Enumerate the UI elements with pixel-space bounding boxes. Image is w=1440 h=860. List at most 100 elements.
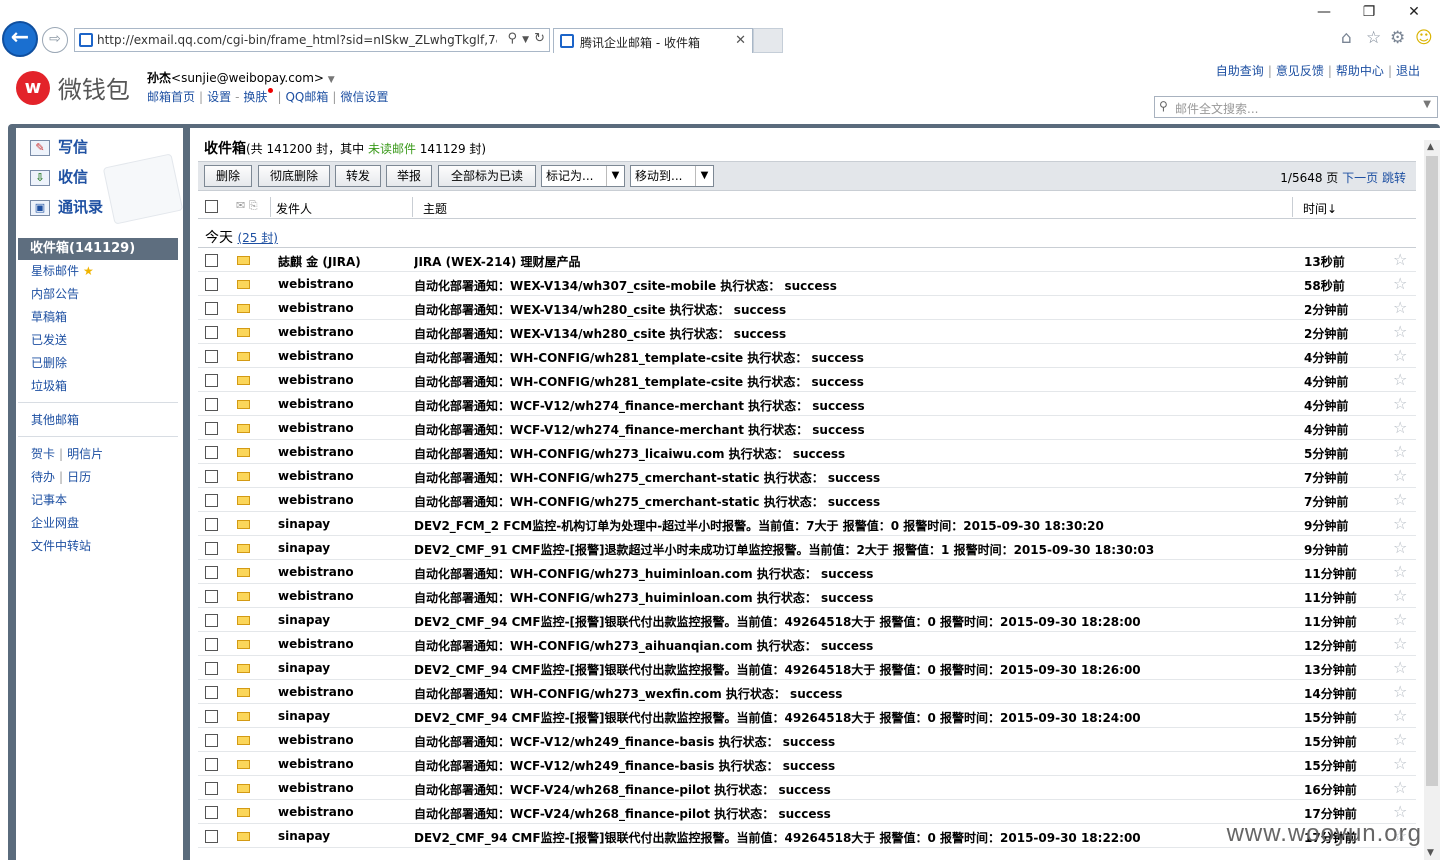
row-checkbox[interactable] [205,254,218,267]
link-wechat-settings[interactable]: 微信设置 [340,90,388,104]
star-icon[interactable]: ☆ [1393,466,1407,485]
mail-subject[interactable]: 自动化部署通知：WEX-V134/wh280_csite 执行状态： succe… [414,301,1294,318]
sidebar-item-inbox[interactable]: 收件箱(141129) [18,238,178,260]
row-checkbox[interactable] [205,398,218,411]
move-to-select[interactable]: 移动到... ▼ [630,165,714,187]
sidebar-item-disk[interactable]: 企业网盘 [18,512,178,535]
sidebar-item-sent[interactable]: 已发送 [18,329,178,352]
link-mail-home[interactable]: 邮箱首页 [147,90,195,104]
row-checkbox[interactable] [205,494,218,507]
mail-from[interactable]: webistrano [278,565,354,579]
mail-subject[interactable]: DEV2_CMF_91 CMF监控-[报警]退款超过半小时未成功订单监控报警。当… [414,541,1294,558]
star-icon[interactable]: ☆ [1393,634,1407,653]
link-help[interactable]: 帮助中心 [1336,64,1384,78]
sidebar-item-other-mailboxes[interactable]: 其他邮箱 [18,409,178,432]
mail-from[interactable]: webistrano [278,445,354,459]
star-icon[interactable]: ☆ [1393,418,1407,437]
mail-subject[interactable]: DEV2_CMF_94 CMF监控-[报警]银联代付出款监控报警。当前值：492… [414,709,1294,726]
mail-from[interactable]: webistrano [278,349,354,363]
mail-from[interactable]: 誌麒 金 (JIRA) [278,253,361,270]
mail-from[interactable]: sinapay [278,541,330,555]
chevron-down-icon[interactable]: ▼ [328,75,335,85]
star-icon[interactable]: ☆ [1393,298,1407,317]
mail-subject[interactable]: JIRA (WEX-214) 理财屋产品 [414,253,1294,270]
mail-subject[interactable]: DEV2_CMF_94 CMF监控-[报警]银联代付出款监控报警。当前值：492… [414,661,1294,678]
jump-link[interactable]: 跳转 [1382,171,1406,185]
star-icon[interactable]: ☆ [1393,802,1407,821]
mail-subject[interactable]: 自动化部署通知：WH-CONFIG/wh273_wexfin.com 执行状态：… [414,685,1294,702]
row-checkbox[interactable] [205,614,218,627]
mark-as-select[interactable]: 标记为... ▼ [541,165,625,187]
star-icon[interactable]: ☆ [1393,370,1407,389]
mail-subject[interactable]: 自动化部署通知：WH-CONFIG/wh281_template-csite 执… [414,349,1294,366]
row-checkbox[interactable] [205,278,218,291]
back-arrow-icon[interactable]: ← [2,21,38,57]
day-group-count[interactable]: (25 封) [237,231,277,245]
table-row[interactable]: webistrano 自动化部署通知：WH-CONFIG/wh275_cmerch… [198,488,1416,512]
address-bar[interactable]: http://exmail.qq.com/cgi-bin/frame_html?… [74,28,550,52]
star-icon[interactable]: ☆ [1393,706,1407,725]
forward-button[interactable]: 转发 [335,165,381,187]
link-calendar[interactable]: 日历 [67,470,91,484]
table-row[interactable]: webistrano 自动化部署通知：WCF-V12/wh249_finance-… [198,728,1416,752]
column-from[interactable]: 发件人 [276,200,312,217]
search-input[interactable]: ⚲ 邮件全文搜索... ▼ [1154,96,1438,118]
link-logout[interactable]: 退出 [1396,64,1420,78]
search-icon[interactable]: ⚲ [507,31,517,46]
link-self-service[interactable]: 自助查询 [1216,64,1264,78]
row-checkbox[interactable] [205,806,218,819]
mail-subject[interactable]: 自动化部署通知：WEX-V134/wh280_csite 执行状态： succe… [414,325,1294,342]
refresh-icon[interactable]: ↻ [534,31,545,46]
row-checkbox[interactable] [205,782,218,795]
mail-from[interactable]: webistrano [278,325,354,339]
row-checkbox[interactable] [205,590,218,603]
mail-from[interactable]: sinapay [278,613,330,627]
favorites-star-icon[interactable]: ☆ [1366,28,1381,48]
scrollbar[interactable]: ▲ ▼ [1424,140,1440,860]
table-row[interactable]: webistrano 自动化部署通知：WCF-V24/wh268_finance-… [198,776,1416,800]
sidebar-item-deleted[interactable]: 已删除 [18,352,178,375]
table-row[interactable]: sinapay DEV2_CMF_94 CMF监控-[报警]银联代付出款监控报警。… [198,608,1416,632]
table-row[interactable]: webistrano 自动化部署通知：WCF-V12/wh274_finance-… [198,416,1416,440]
row-checkbox[interactable] [205,518,218,531]
row-checkbox[interactable] [205,542,218,555]
mail-from[interactable]: webistrano [278,421,354,435]
mail-subject[interactable]: 自动化部署通知：WCF-V24/wh268_finance-pilot 执行状态… [414,781,1294,798]
mail-from[interactable]: webistrano [278,637,354,651]
scrollbar-thumb[interactable] [1426,156,1438,786]
next-page-link[interactable]: 下一页 [1342,171,1378,185]
mail-subject[interactable]: 自动化部署通知：WH-CONFIG/wh273_huiminloan.com 执… [414,565,1294,582]
table-row[interactable]: webistrano 自动化部署通知：WH-CONFIG/wh281_templa… [198,344,1416,368]
close-tab-icon[interactable]: ✕ [735,33,746,48]
sidebar-item-starred[interactable]: 星标邮件 ★ [18,260,178,283]
sidebar-item-notes[interactable]: 记事本 [18,489,178,512]
star-icon[interactable]: ☆ [1393,514,1407,533]
row-checkbox[interactable] [205,374,218,387]
star-icon[interactable]: ☆ [1393,562,1407,581]
forward-arrow-icon[interactable]: ⇨ [42,27,68,53]
restore-icon[interactable]: ❐ [1359,4,1379,20]
sidebar-item-spam[interactable]: 垃圾箱 [18,375,178,398]
table-row[interactable]: webistrano 自动化部署通知：WH-CONFIG/wh275_cmerch… [198,464,1416,488]
star-icon[interactable]: ☆ [1393,250,1407,269]
table-row[interactable]: sinapay DEV2_CMF_91 CMF监控-[报警]退款超过半小时未成功订… [198,536,1416,560]
mail-from[interactable]: webistrano [278,301,354,315]
link-feedback[interactable]: 意见反馈 [1276,64,1324,78]
close-window-icon[interactable]: ✕ [1404,4,1424,20]
table-row[interactable]: sinapay DEV2_CMF_94 CMF监控-[报警]银联代付出款监控报警。… [198,656,1416,680]
mail-subject[interactable]: 自动化部署通知：WH-CONFIG/wh273_huiminloan.com 执… [414,589,1294,606]
column-time[interactable]: 时间↓ [1303,200,1337,217]
mail-from[interactable]: webistrano [278,589,354,603]
mark-all-read-button[interactable]: 全部标为已读 [438,165,536,187]
star-icon[interactable]: ☆ [1393,682,1407,701]
url-text[interactable]: http://exmail.qq.com/cgi-bin/frame_html?… [97,33,497,47]
home-icon[interactable]: ⌂ [1341,28,1352,48]
table-row[interactable]: webistrano 自动化部署通知：WCF-V12/wh249_finance-… [198,752,1416,776]
mail-subject[interactable]: DEV2_FCM_2 FCM监控-机构订单为处理中-超过半小时报警。当前值：7大… [414,517,1294,534]
scroll-down-icon[interactable]: ▼ [1427,848,1434,858]
star-icon[interactable]: ☆ [1393,490,1407,509]
star-icon[interactable]: ☆ [1393,586,1407,605]
star-icon[interactable]: ☆ [1393,658,1407,677]
mail-from[interactable]: sinapay [278,661,330,675]
star-icon[interactable]: ☆ [1393,442,1407,461]
